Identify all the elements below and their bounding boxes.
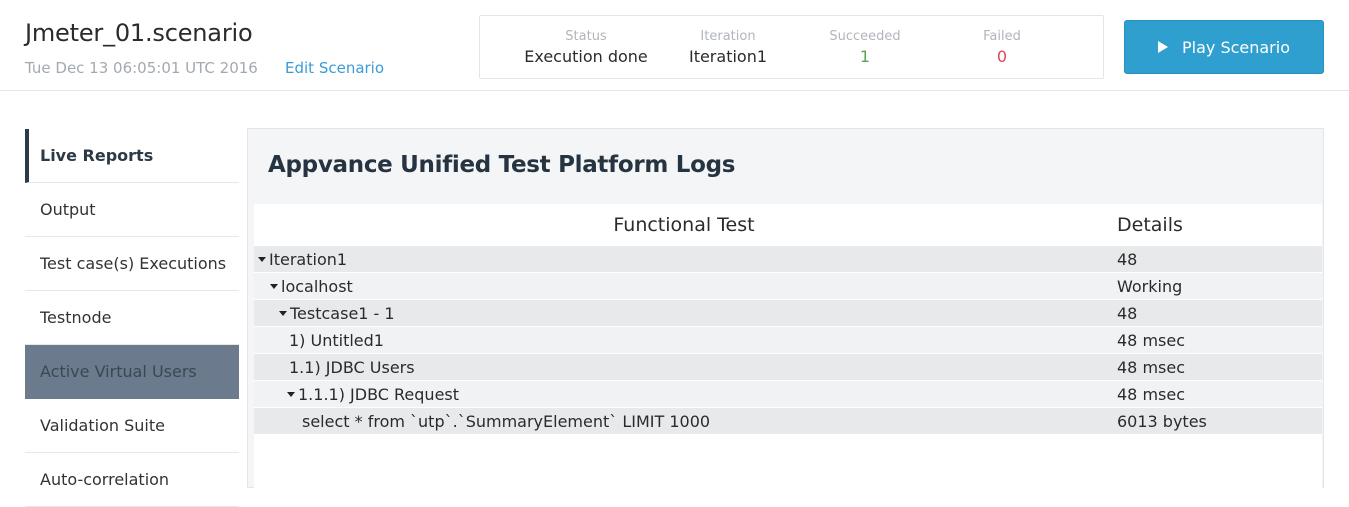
column-header-details: Details: [1117, 214, 1183, 236]
row-name: 1) Untitled1: [289, 330, 384, 350]
stat-succeeded-value: 1: [859, 47, 871, 66]
row-name: 1.1) JDBC Users: [289, 357, 415, 377]
scenario-title: Jmeter_01.scenario: [25, 19, 253, 47]
row-name-cell: 1) Untitled1: [254, 331, 1117, 350]
row-details: 48 msec: [1117, 330, 1186, 350]
stat-status-value: Execution done: [524, 47, 648, 66]
row-name: localhost: [281, 276, 353, 296]
table-row[interactable]: 1) Untitled1 48 msec: [254, 327, 1322, 354]
edit-scenario-link[interactable]: Edit Scenario: [285, 59, 384, 77]
sidebar-item-testnode[interactable]: Testnode: [25, 291, 239, 345]
play-icon: [1157, 40, 1168, 53]
row-name-cell: Testcase1 - 1: [254, 304, 1117, 323]
caret-down-icon[interactable]: [279, 310, 287, 316]
sidebar: Live Reports Output Test case(s) Executi…: [25, 129, 239, 507]
column-header-functional-test: Functional Test: [613, 214, 755, 236]
row-name-cell: select * from `utp`.`SummaryElement` LIM…: [254, 412, 1117, 431]
sidebar-item-test-case-executions[interactable]: Test case(s) Executions: [25, 237, 239, 291]
row-name: select * from `utp`.`SummaryElement` LIM…: [302, 411, 711, 431]
stat-failed-value: 0: [996, 47, 1008, 66]
stat-status-label: Status: [565, 29, 607, 44]
row-name: 1.1.1) JDBC Request: [298, 384, 460, 404]
stat-iteration-value: Iteration1: [688, 47, 768, 66]
row-name: Iteration1: [269, 249, 348, 269]
table-row[interactable]: 1.1) JDBC Users 48 msec: [254, 354, 1322, 381]
log-table-header: Functional Test Details: [254, 204, 1322, 246]
row-details: 48 msec: [1117, 357, 1186, 377]
log-table: Functional Test Details Iteration1 48 lo…: [254, 204, 1322, 494]
stat-iteration: Iteration Iteration1: [668, 28, 788, 68]
play-scenario-button[interactable]: Play Scenario: [1124, 20, 1324, 74]
table-row[interactable]: localhost Working: [254, 273, 1322, 300]
table-row[interactable]: Testcase1 - 1 48: [254, 300, 1322, 327]
row-details: 48: [1117, 249, 1138, 269]
sidebar-item-auto-correlation[interactable]: Auto-correlation: [25, 453, 239, 507]
table-row[interactable]: 1.1.1) JDBC Request 48 msec: [254, 381, 1322, 408]
caret-down-icon[interactable]: [258, 256, 266, 262]
sidebar-item-active-virtual-users[interactable]: Active Virtual Users: [25, 345, 239, 399]
row-name: Testcase1 - 1: [290, 303, 395, 323]
caret-down-icon[interactable]: [270, 283, 278, 289]
row-name-cell: Iteration1: [254, 250, 1117, 269]
logs-panel: Appvance Unified Test Platform Logs Func…: [247, 128, 1324, 494]
sidebar-item-validation-suite[interactable]: Validation Suite: [25, 399, 239, 453]
table-row[interactable]: select * from `utp`.`SummaryElement` LIM…: [254, 408, 1322, 435]
row-name-cell: 1.1) JDBC Users: [254, 358, 1117, 377]
stat-status: Status Execution done: [506, 28, 666, 68]
status-summary: Status Execution done Iteration Iteratio…: [479, 15, 1104, 79]
stat-succeeded-label: Succeeded: [829, 29, 901, 44]
stat-failed-label: Failed: [983, 29, 1021, 44]
scenario-date: Tue Dec 13 06:05:01 UTC 2016: [25, 59, 258, 77]
row-details: 48 msec: [1117, 384, 1186, 404]
stat-iteration-label: Iteration: [700, 29, 756, 44]
sidebar-item-output[interactable]: Output: [25, 183, 239, 237]
caret-down-icon[interactable]: [287, 391, 295, 397]
row-name-cell: 1.1.1) JDBC Request: [254, 385, 1117, 404]
play-scenario-label: Play Scenario: [1181, 37, 1290, 57]
stat-failed: Failed 0: [942, 28, 1062, 68]
row-details: Working: [1117, 276, 1183, 296]
row-name-cell: localhost: [254, 277, 1117, 296]
table-row[interactable]: Iteration1 48: [254, 246, 1322, 273]
panel-title: Appvance Unified Test Platform Logs: [268, 152, 736, 178]
row-details: 6013 bytes: [1117, 411, 1207, 431]
row-details: 48: [1117, 303, 1138, 323]
sidebar-item-live-reports[interactable]: Live Reports: [25, 129, 239, 183]
top-bar: Jmeter_01.scenario Tue Dec 13 06:05:01 U…: [0, 0, 1349, 91]
stat-succeeded: Succeeded 1: [805, 28, 925, 68]
